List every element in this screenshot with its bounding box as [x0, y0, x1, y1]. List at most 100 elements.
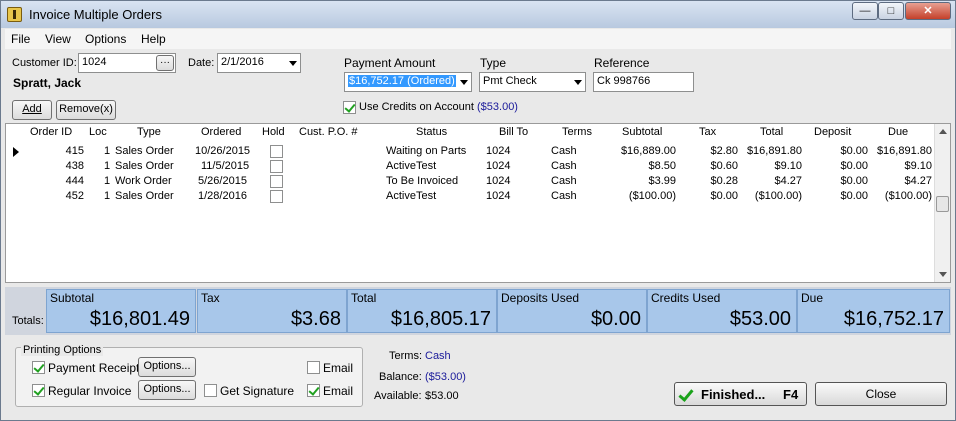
use-credits-label: Use Credits on Account — [359, 101, 474, 113]
due-label: Due — [801, 291, 824, 305]
cell-status: ActiveTest — [386, 190, 437, 202]
regular-invoice-label: Regular Invoice — [48, 384, 132, 398]
column-status[interactable]: Status — [416, 126, 447, 138]
tax-box: Tax $3.68 — [197, 289, 347, 333]
cell-order-id: 415 — [65, 145, 84, 157]
cell-bill-to: 1024 — [486, 190, 511, 202]
menu-view[interactable]: View — [45, 32, 71, 46]
cell-ordered: 5/26/2015 — [198, 175, 247, 187]
date-field[interactable]: 2/1/2016 — [217, 53, 301, 73]
hold-checkbox[interactable] — [270, 145, 283, 158]
menu-options[interactable]: Options — [85, 32, 126, 46]
cell-total: $4.27 — [774, 175, 802, 187]
cell-order-id: 452 — [65, 190, 84, 202]
reference-field[interactable]: Ck 998766 — [593, 72, 694, 92]
total-label: Total — [351, 291, 377, 305]
column-cust-po[interactable]: Cust. P.O. # — [299, 126, 358, 138]
cell-due: ($100.00) — [884, 190, 932, 202]
window-title: Invoice Multiple Orders — [29, 7, 162, 22]
payment-receipt-options-button[interactable]: Options... — [138, 357, 196, 377]
payment-amount-field[interactable]: $16,752.17 (Ordered) — [344, 72, 472, 92]
hold-checkbox[interactable] — [270, 175, 283, 188]
minimize-button[interactable]: — — [852, 2, 878, 20]
cell-due: $9.10 — [904, 160, 932, 172]
close-button[interactable]: Close — [815, 382, 947, 406]
column-terms[interactable]: Terms — [562, 126, 592, 138]
column-loc[interactable]: Loc — [89, 126, 107, 138]
payment-receipt-checkbox[interactable] — [32, 361, 45, 374]
table-row[interactable]: 444 1 Work Order 5/26/2015 To Be Invoice… — [6, 174, 934, 189]
column-subtotal[interactable]: Subtotal — [622, 126, 662, 138]
date-label: Date: — [188, 57, 215, 69]
credits-used-value: $53.00 — [729, 308, 791, 330]
cell-deposit: $0.00 — [840, 145, 868, 157]
customer-name: Spratt, Jack — [13, 76, 82, 90]
cell-status: To Be Invoiced — [386, 175, 459, 187]
cell-subtotal: ($100.00) — [628, 190, 676, 202]
table-row[interactable]: 438 1 Sales Order 11/5/2015 ActiveTest 1… — [6, 159, 934, 174]
hold-checkbox[interactable] — [270, 160, 283, 173]
grid-header: Order ID Loc Type Ordered Hold Cust. P.O… — [6, 124, 934, 142]
credits-used-box: Credits Used $53.00 — [647, 289, 797, 333]
column-bill-to[interactable]: Bill To — [499, 126, 528, 138]
cell-total: $16,891.80 — [746, 145, 802, 157]
cell-type: Sales Order — [115, 160, 174, 172]
total-value: $16,805.17 — [390, 308, 491, 330]
column-order-id[interactable]: Order ID — [30, 126, 72, 138]
type-label: Type — [480, 56, 507, 70]
cell-ordered: 1/28/2016 — [198, 190, 247, 202]
finished-button[interactable]: Finished... F4 — [674, 382, 807, 406]
scroll-thumb[interactable] — [936, 196, 949, 212]
remove-label: Remove(x) — [59, 103, 113, 115]
scroll-down-icon[interactable] — [939, 272, 947, 277]
table-row[interactable]: 415 1 Sales Order 10/26/2015 Waiting on … — [6, 144, 934, 159]
email-receipt-label: Email — [323, 361, 354, 375]
reference-label: Reference — [594, 56, 650, 70]
reference-value: Ck 998766 — [597, 75, 651, 87]
cell-loc: 1 — [104, 190, 111, 202]
get-signature-checkbox[interactable] — [204, 384, 217, 397]
chevron-down-icon — [460, 80, 468, 85]
customer-id-value: 1024 — [82, 56, 107, 68]
email-invoice-checkbox[interactable] — [307, 384, 320, 397]
cell-tax: $0.28 — [710, 175, 738, 187]
regular-invoice-checkbox[interactable] — [32, 384, 45, 397]
column-deposit[interactable]: Deposit — [814, 126, 851, 138]
column-total[interactable]: Total — [760, 126, 783, 138]
cell-terms: Cash — [551, 190, 577, 202]
customer-lookup-button[interactable]: ··· — [156, 55, 174, 71]
invoice-window: Invoice Multiple Orders — □ ✕ File View … — [0, 0, 956, 421]
menu-help[interactable]: Help — [141, 32, 166, 46]
remove-button[interactable]: Remove(x) — [56, 100, 116, 120]
cell-bill-to: 1024 — [486, 145, 511, 157]
cell-subtotal: $8.50 — [648, 160, 676, 172]
cell-due: $4.27 — [904, 175, 932, 187]
column-tax[interactable]: Tax — [699, 126, 716, 138]
table-row[interactable]: 452 1 Sales Order 1/28/2016 ActiveTest 1… — [6, 189, 934, 204]
cell-terms: Cash — [551, 175, 577, 187]
scroll-up-icon[interactable] — [939, 129, 947, 134]
regular-invoice-options-button[interactable]: Options... — [138, 380, 196, 400]
column-type[interactable]: Type — [137, 126, 161, 138]
column-ordered[interactable]: Ordered — [201, 126, 241, 138]
add-button[interactable]: Add — [12, 100, 52, 120]
hold-checkbox[interactable] — [270, 190, 283, 203]
subtotal-box: Subtotal $16,801.49 — [46, 289, 196, 333]
close-window-button[interactable]: ✕ — [905, 2, 951, 20]
cell-deposit: $0.00 — [840, 190, 868, 202]
due-box: Due $16,752.17 — [797, 289, 950, 333]
totals-label: Totals: — [12, 315, 44, 327]
menu-file[interactable]: File — [11, 32, 30, 46]
maximize-button[interactable]: □ — [878, 2, 904, 20]
column-due[interactable]: Due — [888, 126, 908, 138]
cell-loc: 1 — [104, 145, 111, 157]
email-receipt-checkbox[interactable] — [307, 361, 320, 374]
column-hold[interactable]: Hold — [262, 126, 285, 138]
cell-bill-to: 1024 — [486, 175, 511, 187]
grid-scrollbar[interactable] — [934, 124, 950, 282]
title-bar: Invoice Multiple Orders — □ ✕ — [1, 1, 955, 28]
cell-terms: Cash — [551, 145, 577, 157]
payment-type-select[interactable]: Pmt Check — [479, 72, 586, 92]
use-credits-checkbox[interactable] — [343, 101, 356, 114]
cell-tax: $0.00 — [710, 190, 738, 202]
